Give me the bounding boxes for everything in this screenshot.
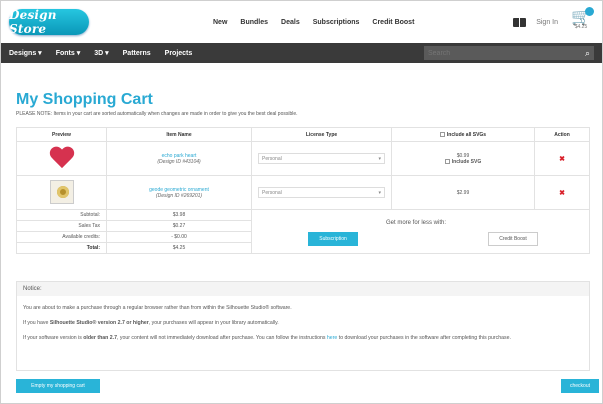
credit-boost-button[interactable]: Credit Boost bbox=[488, 232, 538, 246]
notice-fragment: , your content will not immediately down… bbox=[117, 335, 327, 341]
get-more-text: Get more for less with: bbox=[386, 220, 447, 226]
item-name-cell: geode geometric ornament (Design ID #269… bbox=[106, 175, 252, 210]
sales-tax-value: $0.27 bbox=[106, 220, 252, 232]
empty-cart-button[interactable]: Empty my shopping cart bbox=[16, 379, 100, 393]
license-cell: Personal ▾ bbox=[251, 175, 392, 210]
nav-subscriptions[interactable]: Subscriptions bbox=[313, 19, 360, 26]
checkout-button[interactable]: checkout bbox=[561, 379, 599, 393]
include-svg-checkbox[interactable] bbox=[444, 158, 450, 164]
gift-card-icon[interactable] bbox=[513, 17, 527, 27]
price-cell: $0.99 Include SVG bbox=[391, 141, 535, 176]
page: Design Store New Bundles Deals Subscript… bbox=[0, 0, 603, 404]
main-nav: Designs ▾ Fonts ▾ 3D ▾ Patterns Projects… bbox=[1, 43, 602, 63]
cart-table: Preview Item Name License Type Include a… bbox=[16, 127, 590, 254]
notice-fragment: , your purchases will appear in your lib… bbox=[148, 320, 279, 326]
summary-row: Subtotal: $3.98 Get more for less with: … bbox=[16, 209, 590, 254]
license-cell: Personal ▾ bbox=[251, 141, 392, 176]
notice-fragment: If your software version is bbox=[23, 335, 84, 341]
item-name-cell: echo park heart (Design ID #43104) bbox=[106, 141, 252, 176]
subscription-button[interactable]: Subscription bbox=[308, 232, 358, 246]
total-value: $4.25 bbox=[106, 242, 252, 254]
col-preview: Preview bbox=[16, 127, 107, 142]
table-header-row: Preview Item Name License Type Include a… bbox=[16, 127, 590, 142]
nav-designs[interactable]: Designs ▾ bbox=[9, 49, 42, 57]
subtotal-value: $3.98 bbox=[106, 209, 252, 221]
price-cell: $2.99 bbox=[391, 175, 535, 210]
notice-text: You are about to make a purchase through… bbox=[23, 305, 292, 311]
preview-cell bbox=[16, 141, 107, 176]
remove-item-button[interactable]: ✖ bbox=[534, 175, 590, 210]
table-row: geode geometric ornament (Design ID #269… bbox=[16, 175, 590, 210]
item-price: $2.99 bbox=[456, 189, 470, 196]
design-id: (Design ID #43104) bbox=[157, 158, 201, 165]
col-item-name: Item Name bbox=[106, 127, 252, 142]
sorting-note: PLEASE NOTE: Items in your cart are sort… bbox=[16, 111, 298, 117]
notice-fragment: to download your purchases in the softwa… bbox=[337, 335, 511, 341]
nav-patterns[interactable]: Patterns bbox=[123, 50, 151, 57]
search-icon[interactable]: ⌕ bbox=[585, 48, 590, 59]
table-row: echo park heart (Design ID #43104) Perso… bbox=[16, 141, 590, 176]
license-value: Personal bbox=[262, 155, 282, 162]
instructions-link[interactable]: here bbox=[327, 335, 337, 341]
license-select[interactable]: Personal ▾ bbox=[258, 187, 385, 198]
include-all-label: Include all SVGs bbox=[446, 131, 487, 138]
notice-bold: Silhouette Studio® version 2.7 or higher bbox=[49, 320, 149, 326]
credits-value: - $0.00 bbox=[106, 231, 252, 243]
col-action: Action bbox=[534, 127, 590, 142]
nav-3d[interactable]: 3D ▾ bbox=[94, 49, 108, 57]
remove-item-button[interactable]: ✖ bbox=[534, 141, 590, 176]
nav-deals[interactable]: Deals bbox=[281, 19, 300, 26]
license-value: Personal bbox=[262, 189, 282, 196]
sales-tax-label: Sales Tax bbox=[16, 220, 107, 232]
page-title: My Shopping Cart bbox=[16, 91, 153, 108]
design-store-logo[interactable]: Design Store bbox=[9, 8, 89, 36]
col-license: License Type bbox=[251, 127, 392, 142]
notice-box: Notice: You are about to make a purchase… bbox=[16, 281, 590, 371]
license-select[interactable]: Personal ▾ bbox=[258, 153, 385, 164]
notice-fragment: If you have bbox=[23, 320, 50, 326]
search-input[interactable] bbox=[428, 49, 558, 57]
heart-icon[interactable] bbox=[49, 146, 75, 170]
cart-amount: $4.25 bbox=[574, 24, 588, 30]
nav-fonts[interactable]: Fonts ▾ bbox=[56, 49, 81, 57]
total-label: Total: bbox=[16, 242, 107, 254]
preview-cell bbox=[16, 175, 107, 210]
top-nav: New Bundles Deals Subscriptions Credit B… bbox=[213, 19, 414, 26]
col-include-all: Include all SVGs bbox=[391, 127, 535, 142]
credits-label: Available credits: bbox=[16, 231, 107, 243]
top-header: Design Store New Bundles Deals Subscript… bbox=[1, 1, 602, 43]
nav-projects[interactable]: Projects bbox=[165, 50, 193, 57]
nav-new[interactable]: New bbox=[213, 19, 227, 26]
ornament-icon[interactable] bbox=[49, 179, 74, 204]
promo-cell: Get more for less with: Subscription Cre… bbox=[251, 209, 590, 254]
nav-bundles[interactable]: Bundles bbox=[240, 19, 268, 26]
notice-bold: older than 2.7 bbox=[83, 335, 117, 341]
sign-in-link[interactable]: Sign In bbox=[536, 19, 558, 26]
chevron-down-icon: ▾ bbox=[378, 155, 381, 162]
notice-text: If your software version is older than 2… bbox=[17, 335, 589, 341]
notice-text: If you have Silhouette Studio® version 2… bbox=[17, 320, 589, 326]
design-id: (Design ID #269201) bbox=[155, 192, 203, 199]
chevron-down-icon: ▾ bbox=[378, 189, 381, 196]
cart-button[interactable]: 🛒 $4.25 bbox=[568, 7, 594, 35]
notice-heading: Notice: bbox=[17, 282, 589, 296]
cart-count-badge bbox=[585, 7, 594, 16]
nav-credit-boost[interactable]: Credit Boost bbox=[372, 19, 414, 26]
include-svg-label: Include SVG bbox=[451, 158, 482, 165]
search-box: ⌕ bbox=[424, 46, 594, 60]
subtotal-label: Subtotal: bbox=[16, 209, 107, 221]
header-right: Sign In 🛒 $4.25 bbox=[513, 7, 594, 35]
include-all-svgs-checkbox[interactable] bbox=[439, 131, 445, 137]
